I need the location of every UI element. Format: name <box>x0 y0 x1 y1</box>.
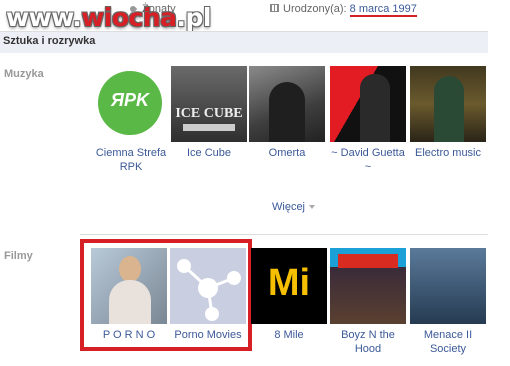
music-thumbnail[interactable]: ЯPK <box>93 66 169 142</box>
music-item-title[interactable]: ~ David Guetta ~ <box>330 146 406 174</box>
page-placeholder-icon <box>177 259 241 321</box>
music-label: Muzyka <box>4 68 44 80</box>
watermark-part: .pl <box>176 3 212 32</box>
birthday-date[interactable]: 8 marca 1997 <box>349 3 417 17</box>
music-thumbnail[interactable] <box>330 66 406 142</box>
relationship-status: Żonaty <box>127 3 176 15</box>
movie-item-title[interactable]: Boyz N the Hood <box>330 328 406 356</box>
birthday-label: Urodzony(a): <box>283 3 347 15</box>
music-item-title[interactable]: Ice Cube <box>171 146 247 160</box>
movie-thumbnail[interactable] <box>330 248 406 324</box>
movies-label: Filmy <box>4 250 33 262</box>
music-item[interactable]: Electro music <box>410 66 486 160</box>
watermark: www.wiocha.pl <box>6 4 211 32</box>
movie-cover-text: Mi <box>267 262 311 304</box>
music-item-title[interactable]: Ciemna Strefa RPK <box>93 146 169 174</box>
section-title: Sztuka i rozrywka <box>3 35 96 47</box>
movie-item[interactable]: Menace II Society <box>410 248 486 356</box>
movie-thumbnail[interactable] <box>410 248 486 324</box>
relationship-text: Żonaty <box>142 3 176 15</box>
music-thumbnail[interactable] <box>410 66 486 142</box>
music-thumbnail[interactable] <box>249 66 325 142</box>
movie-thumbnail[interactable] <box>91 248 167 324</box>
music-item[interactable]: ICE CUBE Ice Cube <box>171 66 247 160</box>
heart-icon <box>128 4 138 14</box>
music-item-title[interactable]: Electro music <box>410 146 486 160</box>
movie-thumbnail[interactable] <box>170 248 246 324</box>
rpk-logo-text: ЯPK <box>110 90 150 110</box>
movie-item[interactable]: Boyz N the Hood <box>330 248 406 356</box>
movie-thumbnail[interactable]: Mi <box>251 248 327 324</box>
music-item[interactable]: ~ David Guetta ~ <box>330 66 406 174</box>
movie-cover-banner <box>338 254 398 268</box>
movie-item[interactable]: Mi 8 Mile <box>251 248 327 342</box>
watermark-part: www. <box>6 3 82 32</box>
movie-item[interactable]: P O R N O <box>91 248 167 342</box>
birthday-info: Urodzony(a): 8 marca 1997 <box>270 3 417 17</box>
more-label[interactable]: Więcej <box>272 201 305 213</box>
section-header: Sztuka i rozrywka <box>0 31 488 53</box>
album-cover-stripe <box>183 124 235 131</box>
divider <box>80 234 488 235</box>
movie-item-title[interactable]: 8 Mile <box>251 328 327 342</box>
chevron-down-icon <box>309 205 316 209</box>
movie-item-title[interactable]: Menace II Society <box>410 328 486 356</box>
movie-item[interactable]: Porno Movies <box>170 248 246 342</box>
music-item[interactable]: ЯPK Ciemna Strefa RPK <box>93 66 169 174</box>
music-item[interactable]: Omerta <box>249 66 325 160</box>
calendar-icon <box>270 4 279 12</box>
music-item-title[interactable]: Omerta <box>249 146 325 160</box>
more-link[interactable]: Więcej <box>272 201 316 213</box>
movie-item-title[interactable]: P O R N O <box>91 328 167 342</box>
album-cover-text: ICE CUBE <box>175 106 243 121</box>
music-thumbnail[interactable]: ICE CUBE <box>171 66 247 142</box>
movie-item-title[interactable]: Porno Movies <box>170 328 246 342</box>
